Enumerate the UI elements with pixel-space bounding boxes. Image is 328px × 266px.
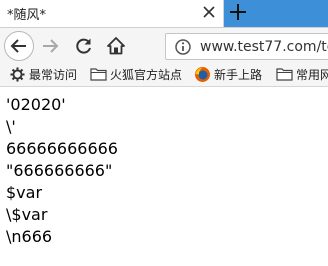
info-icon[interactable] <box>174 38 192 56</box>
forward-icon[interactable] <box>40 36 60 56</box>
bookmarks-toolbar: 最常访问 火狐官方站点 新手上路 常用网 <box>0 63 328 87</box>
output-line: \' <box>6 117 16 136</box>
back-button[interactable] <box>4 31 34 61</box>
tab-title: *随风* <box>7 8 47 23</box>
folder-icon <box>276 68 293 81</box>
gear-icon <box>10 67 25 82</box>
bookmark-most-visited[interactable]: 最常访问 <box>29 66 77 83</box>
output-line: $var <box>6 183 43 202</box>
output-line: \$var <box>6 205 48 224</box>
address-bar[interactable]: www.test77.com/test <box>165 33 328 60</box>
tab-strip: *随风* <box>0 0 328 27</box>
navigation-toolbar: www.test77.com/test <box>0 27 328 63</box>
output-line: "666666666" <box>6 161 113 180</box>
folder-icon <box>90 68 107 81</box>
close-icon[interactable] <box>200 3 218 21</box>
firefox-icon <box>195 67 210 82</box>
active-tab[interactable]: *随风* <box>0 0 224 27</box>
output-line: \n666 <box>6 227 53 246</box>
bookmark-getting-started[interactable]: 新手上路 <box>214 66 262 83</box>
home-icon[interactable] <box>106 36 126 56</box>
plus-icon <box>230 4 246 20</box>
output-line: '02020' <box>6 95 66 114</box>
page-content: '02020' \' 66666666666 "666666666" $var … <box>6 94 118 248</box>
reload-icon[interactable] <box>74 36 94 56</box>
bookmark-common-sites[interactable]: 常用网 <box>296 66 328 83</box>
url-text[interactable]: www.test77.com/test <box>200 39 328 55</box>
output-line: 66666666666 <box>6 139 118 158</box>
new-tab-button[interactable] <box>224 0 328 27</box>
back-arrow-icon <box>10 39 26 53</box>
bookmark-firefox-official[interactable]: 火狐官方站点 <box>110 66 182 83</box>
